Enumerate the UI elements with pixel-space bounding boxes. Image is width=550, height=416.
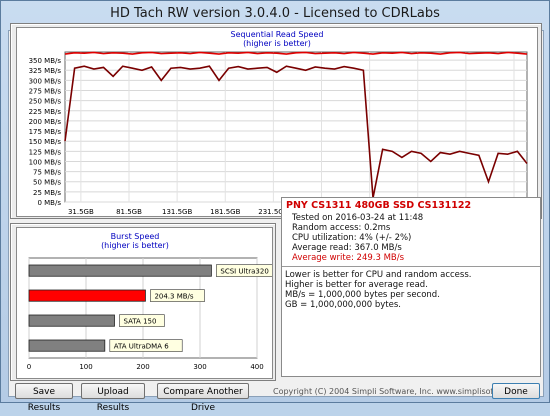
save-results-button[interactable]: Save Results	[15, 383, 73, 413]
note-mbs: MB/s = 1,000,000 bytes per second.	[285, 290, 440, 300]
burst-bar-label: 204.3 MB/s	[154, 293, 193, 301]
note-lower-better: Lower is better for CPU and random acces…	[285, 270, 472, 280]
read-y-tick-label: 25 MB/s	[33, 189, 61, 197]
average-write: Average write: 249.3 MB/s	[292, 253, 405, 263]
average-read: Average read: 367.0 MB/s	[292, 243, 402, 253]
read-x-tick-label: 131.5GB	[162, 208, 192, 216]
read-chart-subtitle: (higher is better)	[243, 39, 311, 48]
note-gb: GB = 1,000,000,000 bytes.	[285, 300, 401, 310]
burst-chart-title: Burst Speed	[111, 232, 160, 241]
read-y-tick-label: 300 MB/s	[29, 77, 62, 85]
burst-x-tick-label: 200	[136, 363, 149, 371]
read-chart: Sequential Read Speed (higher is better)…	[16, 27, 538, 217]
burst-x-tick-label: 0	[27, 363, 31, 371]
read-x-tick-label: 31.5GB	[68, 208, 94, 216]
read-y-tick-label: 325 MB/s	[29, 67, 62, 75]
read-y-tick-label: 250 MB/s	[29, 98, 62, 106]
burst-bar	[28, 264, 212, 277]
drive-name: PNY CS1311 480GB SSD CS131122	[286, 200, 472, 211]
read-plot-area	[64, 51, 528, 203]
burst-chart-subtitle: (higher is better)	[101, 241, 169, 250]
done-button[interactable]: Done	[492, 383, 540, 399]
burst-x-tick-label: 100	[79, 363, 92, 371]
read-y-tick-label: 150 MB/s	[29, 138, 62, 146]
tested-on: Tested on 2016-03-24 at 11:48	[292, 213, 424, 223]
info-divider	[282, 266, 540, 267]
read-chart-svg: Sequential Read Speed (higher is better)…	[29, 30, 530, 216]
read-y-tick-label: 50 MB/s	[33, 179, 61, 187]
random-access: Random access: 0.2ms	[292, 223, 391, 233]
read-y-tick-label: 175 MB/s	[29, 128, 62, 136]
read-y-tick-label: 200 MB/s	[29, 118, 62, 126]
cpu-utilization: CPU utilization: 4% (+/- 2%)	[292, 233, 412, 243]
read-y-tick-label: 125 MB/s	[29, 148, 62, 156]
burst-x-tick-label: 400	[250, 363, 263, 371]
burst-bar	[28, 314, 115, 327]
burst-bar	[28, 289, 146, 302]
read-chart-title: Sequential Read Speed	[231, 30, 324, 39]
read-y-tick-label: 225 MB/s	[29, 108, 62, 116]
burst-x-tick-label: 300	[193, 363, 206, 371]
burst-chart-svg: Burst Speed (higher is better) SCSI Ultr…	[27, 232, 285, 371]
app-window: HD Tach RW version 3.0.4.0 - Licensed to…	[0, 0, 550, 413]
burst-bar-label: SATA 150	[124, 318, 157, 326]
burst-bar	[28, 339, 106, 352]
upload-results-button[interactable]: Upload Results	[81, 383, 145, 413]
results-info-panel: PNY CS1311 480GB SSD CS131122 Tested on …	[281, 197, 541, 377]
burst-chart: Burst Speed (higher is better) SCSI Ultr…	[16, 227, 285, 379]
read-x-tick-label: 81.5GB	[116, 208, 142, 216]
read-y-tick-label: 275 MB/s	[29, 88, 62, 96]
window-title: HD Tach RW version 3.0.4.0 - Licensed to…	[110, 6, 440, 21]
read-y-tick-label: 75 MB/s	[33, 169, 61, 177]
read-y-tick-label: 350 MB/s	[29, 57, 62, 65]
burst-bar-label: SCSI Ultra320	[220, 268, 268, 276]
read-y-tick-label: 0 MB/s	[37, 199, 61, 207]
note-higher-better: Higher is better for average read.	[285, 280, 428, 290]
read-x-tick-label: 181.5GB	[210, 208, 240, 216]
read-y-tick-label: 100 MB/s	[29, 158, 62, 166]
compare-drive-button[interactable]: Compare Another Drive	[157, 383, 249, 413]
burst-bar-label: ATA UltraDMA 6	[114, 343, 169, 351]
